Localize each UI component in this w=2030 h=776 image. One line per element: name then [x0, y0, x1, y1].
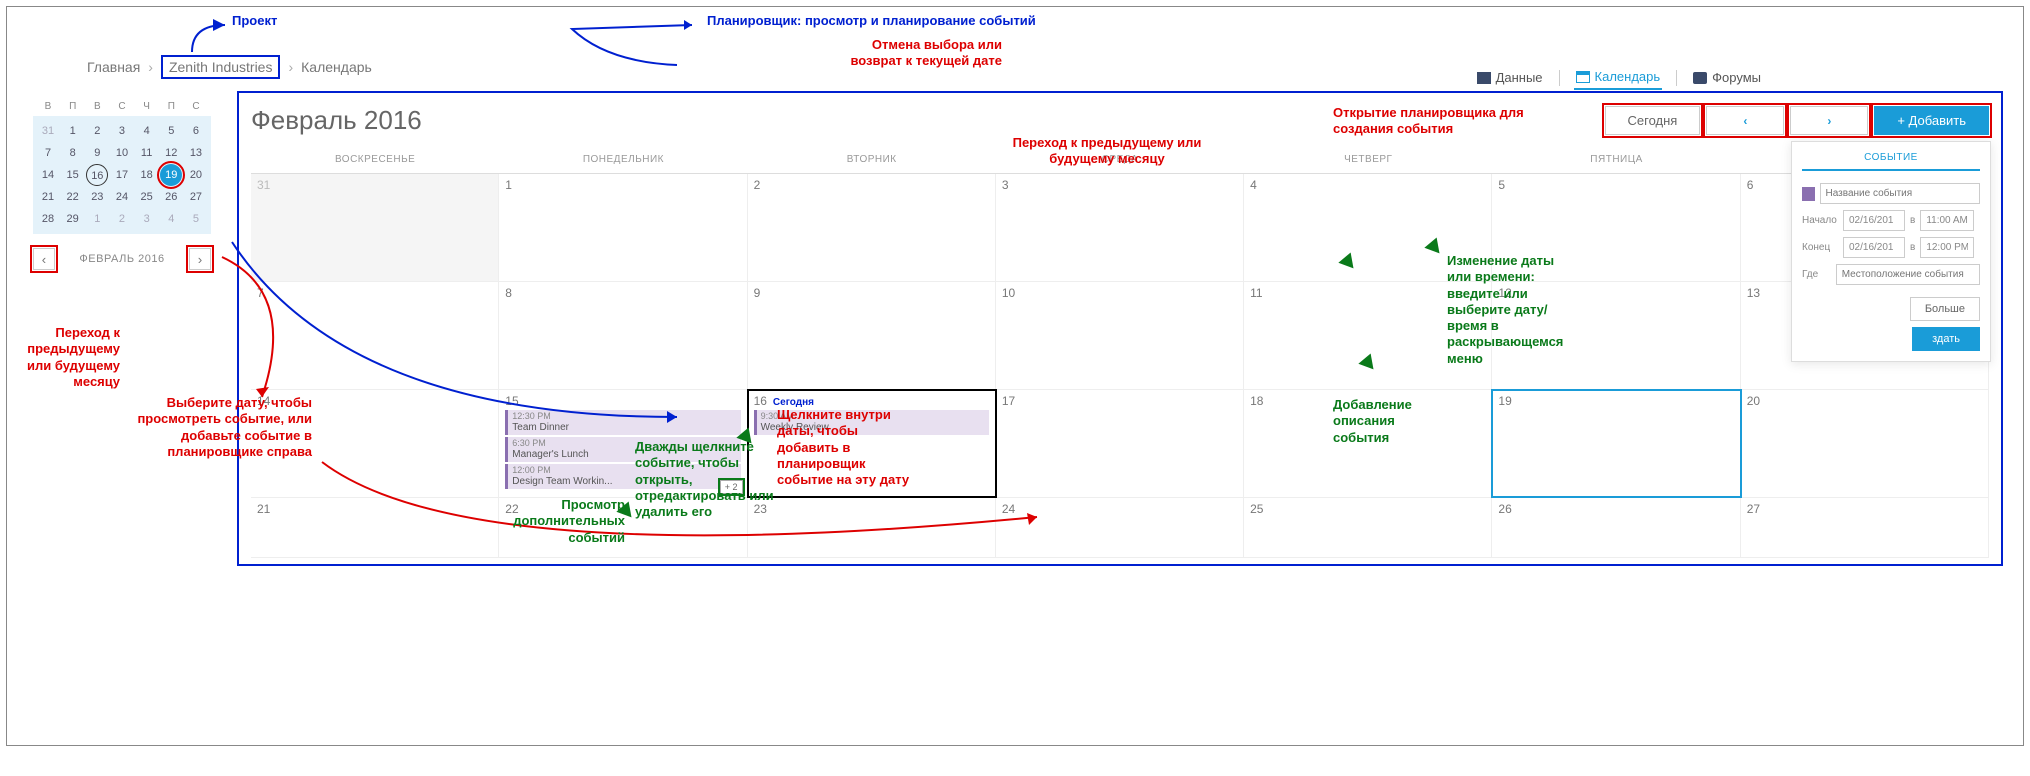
bc-home[interactable]: Главная [87, 59, 140, 75]
mini-day[interactable]: 3 [136, 208, 158, 230]
mini-day[interactable]: 18 [136, 164, 158, 186]
chevron-right-icon: › [148, 59, 153, 75]
ann-dbl: Дважды щелкните событие, чтобы открыть, … [635, 439, 785, 520]
mini-day[interactable]: 26 [160, 186, 182, 208]
mini-day[interactable]: 11 [136, 142, 158, 164]
add-event-button[interactable]: + Добавить [1874, 106, 1989, 135]
mini-dow-header: ВПВСЧПС [33, 101, 211, 116]
calendar-icon [1576, 71, 1590, 83]
end-time-input[interactable] [1920, 237, 1974, 258]
mini-day[interactable]: 14 [37, 164, 59, 186]
top-nav: Данные Календарь Форумы [1475, 65, 1763, 90]
nav-calendar[interactable]: Календарь [1574, 65, 1663, 90]
start-label: Начало [1802, 215, 1838, 226]
day-cell-highlight[interactable]: 19 [1492, 390, 1740, 497]
mini-day[interactable]: 10 [111, 142, 133, 164]
mini-day[interactable]: 24 [111, 186, 133, 208]
day-cell[interactable]: 3 [996, 174, 1244, 281]
forums-icon [1693, 72, 1707, 84]
ann-planner: Планировщик: просмотр и планирование соб… [707, 13, 1036, 29]
mini-day[interactable]: 20 [185, 164, 207, 186]
ann-mininav: Переход к предыдущему или будущему месяц… [15, 325, 120, 390]
day-cell[interactable]: 24 [996, 498, 1244, 557]
mini-prev-button[interactable]: ‹ [33, 248, 55, 270]
bc-project[interactable]: Zenith Industries [161, 55, 281, 79]
mini-day[interactable]: 9 [86, 142, 108, 164]
mini-day[interactable]: 13 [185, 142, 207, 164]
day-cell[interactable]: 10 [996, 282, 1244, 389]
mini-day[interactable]: 12 [160, 142, 182, 164]
start-date-input[interactable] [1843, 210, 1905, 231]
mini-day[interactable]: 27 [185, 186, 207, 208]
end-date-input[interactable] [1843, 237, 1905, 258]
day-cell[interactable]: 20 [1741, 390, 1989, 497]
ann-project: Проект [232, 13, 277, 29]
day-cell[interactable]: 2 [748, 174, 996, 281]
ann-chdate: Изменение даты или времени: введите или … [1447, 253, 1577, 367]
ann-select: Выберите дату, чтобы просмотреть событие… [107, 395, 312, 460]
mini-day-selected[interactable]: 16 [86, 164, 108, 186]
ann-desc: Добавление описания события [1333, 397, 1453, 446]
day-cell[interactable]: 9 [748, 282, 996, 389]
ann-open: Открытие планировщика для создания событ… [1333, 105, 1533, 138]
mini-day[interactable]: 3 [111, 120, 133, 142]
mini-day[interactable]: 29 [62, 208, 84, 230]
data-icon [1477, 72, 1491, 84]
calendar-title: Февраль 2016 [251, 105, 422, 136]
mini-day[interactable]: 2 [86, 120, 108, 142]
day-cell[interactable]: 7 [251, 282, 499, 389]
mini-day-today[interactable]: 19 [160, 164, 182, 186]
ann-navmonth: Переход к предыдущему или будущему месяц… [1002, 135, 1212, 168]
today-button[interactable]: Сегодня [1605, 106, 1701, 135]
ann-more: Просмотр дополнительных событий [485, 497, 625, 546]
day-cell[interactable]: 17 [996, 390, 1244, 497]
mini-day[interactable]: 5 [160, 120, 182, 142]
mini-day[interactable]: 7 [37, 142, 59, 164]
mini-day[interactable]: 1 [62, 120, 84, 142]
mini-day[interactable]: 23 [86, 186, 108, 208]
mini-day[interactable]: 28 [37, 208, 59, 230]
ann-cancel: Отмена выбора или возврат к текущей дате [832, 37, 1002, 70]
mini-day[interactable]: 25 [136, 186, 158, 208]
event-panel: СОБЫТИЕ Началов Конецв Где Больше здать [1791, 141, 1991, 362]
nav-data[interactable]: Данные [1475, 66, 1545, 89]
location-input[interactable] [1836, 264, 1980, 285]
mini-month-label: ФЕВРАЛЬ 2016 [79, 253, 164, 265]
day-cell[interactable]: 31 [251, 174, 499, 281]
where-label: Где [1802, 269, 1831, 280]
mini-day[interactable]: 6 [185, 120, 207, 142]
create-button[interactable]: здать [1912, 327, 1980, 351]
day-cell[interactable]: 25 [1244, 498, 1492, 557]
event[interactable]: 12:30 PMTeam Dinner [505, 410, 740, 435]
mini-day[interactable]: 5 [185, 208, 207, 230]
start-time-input[interactable] [1920, 210, 1974, 231]
mini-day[interactable]: 1 [86, 208, 108, 230]
mini-day[interactable]: 4 [136, 120, 158, 142]
mini-day[interactable]: 31 [37, 120, 59, 142]
end-label: Конец [1802, 242, 1838, 253]
mini-day[interactable]: 4 [160, 208, 182, 230]
panel-tab[interactable]: СОБЫТИЕ [1802, 152, 1980, 171]
mini-next-button[interactable]: › [189, 248, 211, 270]
nav-forums[interactable]: Форумы [1691, 66, 1763, 89]
day-cell[interactable]: 21 [251, 498, 499, 557]
color-swatch[interactable] [1802, 187, 1815, 201]
bc-page: Календарь [301, 59, 372, 75]
mini-day[interactable]: 15 [62, 164, 84, 186]
day-cell[interactable]: 8 [499, 282, 747, 389]
day-cell[interactable]: 26 [1492, 498, 1740, 557]
more-button[interactable]: Больше [1910, 297, 1980, 321]
day-cell[interactable]: 1 [499, 174, 747, 281]
mini-day[interactable]: 17 [111, 164, 133, 186]
mini-day[interactable]: 8 [62, 142, 84, 164]
day-cell[interactable]: 27 [1741, 498, 1989, 557]
mini-day[interactable]: 2 [111, 208, 133, 230]
event-name-input[interactable] [1820, 183, 1980, 204]
mini-day[interactable]: 22 [62, 186, 84, 208]
chevron-right-icon: › [288, 59, 293, 75]
ann-click: Щелкните внутри даты, чтобы добавить в п… [777, 407, 912, 488]
mini-day[interactable]: 21 [37, 186, 59, 208]
prev-month-button[interactable]: ‹ [1706, 106, 1784, 135]
next-month-button[interactable]: › [1790, 106, 1868, 135]
